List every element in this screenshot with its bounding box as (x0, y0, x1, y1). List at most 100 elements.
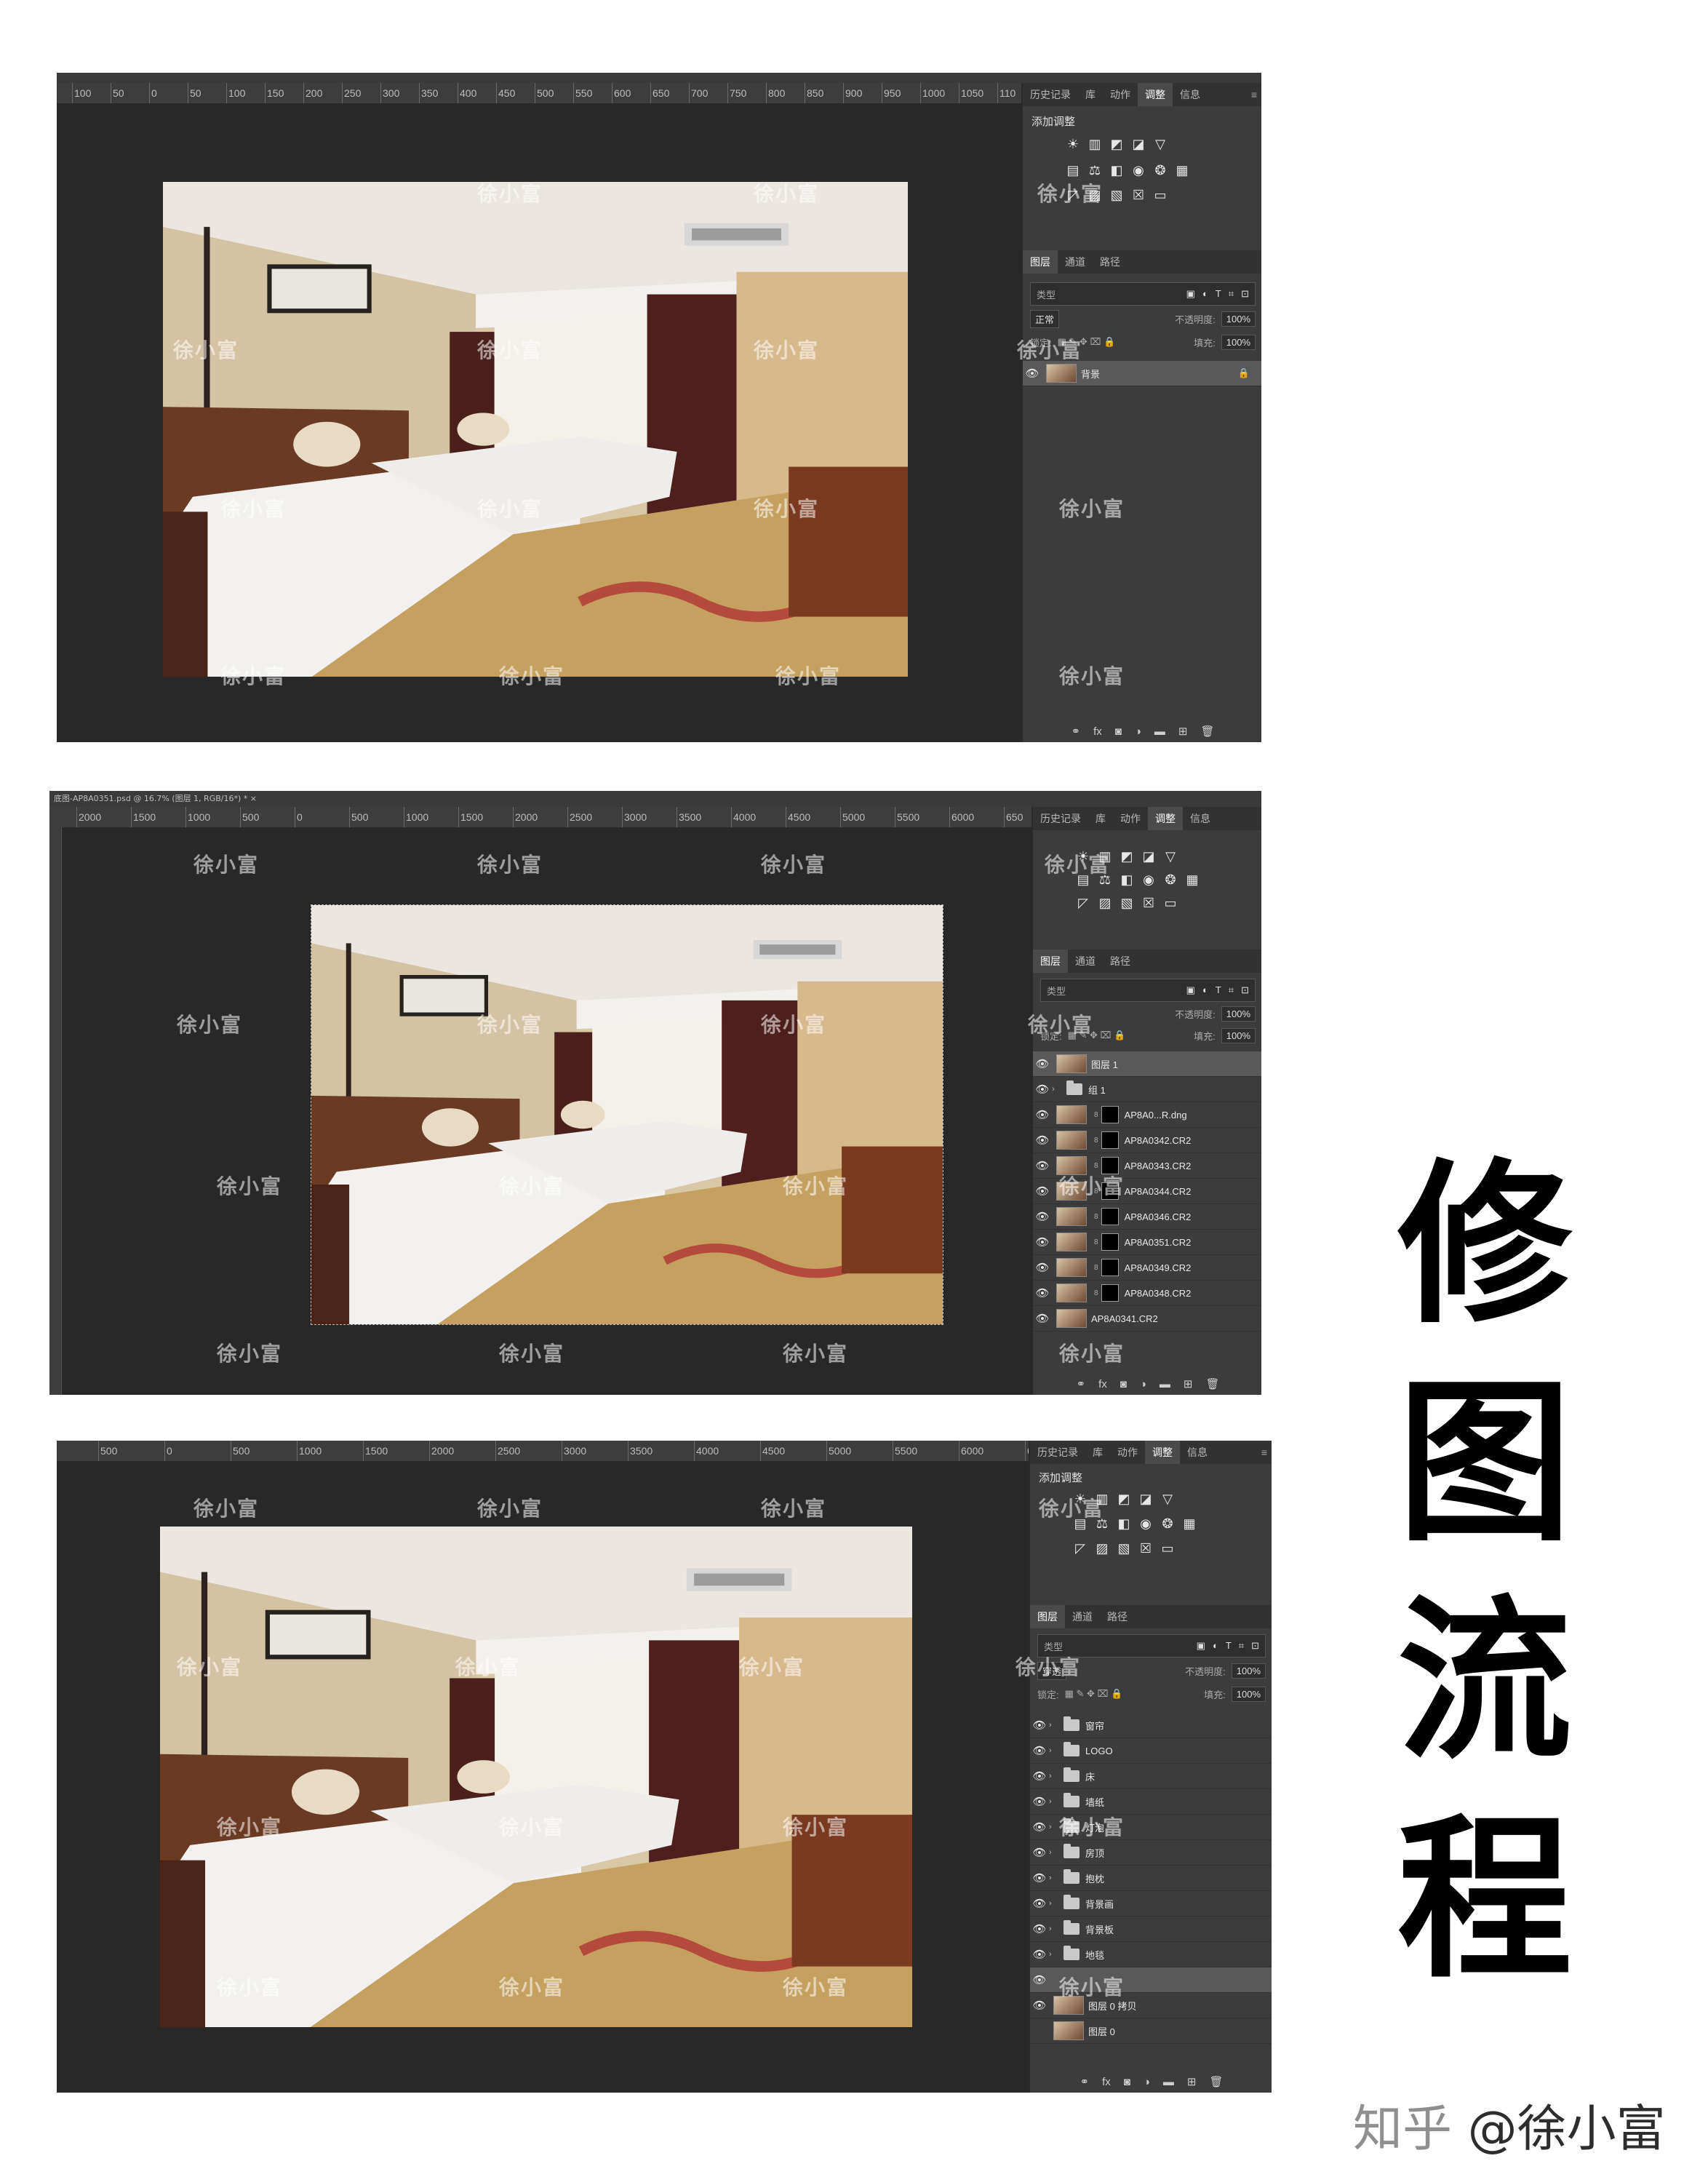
layer-row[interactable]: 👁 图层 0 (1030, 2018, 1272, 2044)
exposure-icon[interactable]: ◪ (1130, 137, 1146, 151)
smart-object-filter-icon[interactable]: ⊡ (1241, 984, 1249, 996)
type-filter-icon[interactable]: T (1226, 1640, 1232, 1652)
new-group-icon[interactable]: ▬ (1154, 725, 1165, 738)
visibility-eye-icon[interactable]: 👁 (1033, 1312, 1052, 1325)
mask-link-icon[interactable]: 8 (1094, 1213, 1098, 1221)
layer-mask-thumbnail[interactable] (1101, 1106, 1119, 1123)
black-white-icon[interactable]: ◧ (1109, 163, 1125, 178)
visibility-eye-icon[interactable]: 👁 (1030, 1871, 1049, 1885)
visibility-eye-icon[interactable]: 👁 (1033, 1185, 1052, 1198)
tab-layers[interactable]: 图层 (1023, 250, 1058, 274)
mask-link-icon[interactable]: 8 (1094, 1187, 1098, 1195)
tab-actions[interactable]: 动作 (1110, 1445, 1145, 1460)
visibility-eye-icon[interactable]: 👁 (1033, 1235, 1052, 1249)
curves-icon[interactable]: ◩ (1109, 137, 1125, 151)
layer-row[interactable]: 👁 (1030, 1967, 1272, 1993)
tab-paths[interactable]: 路径 (1103, 954, 1138, 968)
trash-icon[interactable]: 🗑 (1205, 1377, 1219, 1390)
layer-filter[interactable]: 类型 ▣ ◐ T ⌗ ⊡ (1037, 1634, 1266, 1657)
hue-saturation-icon[interactable]: ▤ (1065, 163, 1081, 178)
layer-row[interactable]: 👁 › 床 (1030, 1764, 1272, 1789)
hue-saturation-icon[interactable]: ▤ (1075, 872, 1091, 887)
threshold-icon[interactable]: ▧ (1116, 1541, 1132, 1556)
visibility-eye-icon[interactable]: 👁 (1033, 1261, 1052, 1274)
tab-info[interactable]: 信息 (1183, 811, 1218, 826)
tab-actions[interactable]: 动作 (1103, 87, 1138, 102)
opacity-input[interactable]: 100% (1231, 1663, 1266, 1679)
filter-kind[interactable]: 类型 (1041, 984, 1072, 998)
layer-mask-thumbnail[interactable] (1101, 1182, 1119, 1200)
filter-kind[interactable]: 类型 (1038, 1639, 1069, 1653)
document-tab[interactable]: 底图-AP8A0351.psd @ 16.7% (图层 1, RGB/16*) … (49, 791, 1261, 807)
visibility-eye-icon[interactable]: 👁 (1030, 1973, 1049, 1986)
expand-caret-icon[interactable]: › (1049, 1797, 1058, 1806)
visibility-eye-icon[interactable]: 👁 (1033, 1083, 1052, 1096)
color-balance-icon[interactable]: ⚖ (1094, 1516, 1110, 1531)
posterize-icon[interactable]: ▨ (1097, 896, 1113, 910)
brightness-icon[interactable]: ☀ (1065, 137, 1081, 151)
vibrance-icon[interactable]: ▽ (1152, 137, 1168, 151)
layer-row[interactable]: 👁 › 灯泡 (1030, 1815, 1272, 1840)
selective-color-icon[interactable]: ☒ (1130, 188, 1146, 202)
image-filter-icon[interactable]: ▣ (1186, 288, 1195, 300)
new-adjustment-icon[interactable]: ◑ (1140, 1378, 1146, 1390)
channel-mixer-icon[interactable]: ❂ (1152, 163, 1168, 178)
black-white-icon[interactable]: ◧ (1119, 872, 1135, 887)
color-balance-icon[interactable]: ⚖ (1097, 872, 1113, 887)
tab-info[interactable]: 信息 (1180, 1445, 1215, 1460)
layer-row[interactable]: 👁 › 墙纸 (1030, 1789, 1272, 1815)
posterize-icon[interactable]: ▨ (1094, 1541, 1110, 1556)
visibility-eye-icon[interactable]: 👁 (1030, 1744, 1049, 1757)
fx-icon[interactable]: fx (1098, 1378, 1107, 1390)
new-adjustment-icon[interactable]: ◑ (1144, 2076, 1150, 2088)
visibility-eye-icon[interactable]: 👁 (1030, 1795, 1049, 1808)
layer-row[interactable]: 👁 › 组 1 (1033, 1077, 1261, 1102)
layer-row[interactable]: 👁 8 AP8A0...R.dng (1033, 1102, 1261, 1128)
layer-row[interactable]: 👁 背景 🔒 (1023, 361, 1261, 386)
threshold-icon[interactable]: ▧ (1119, 896, 1135, 910)
tab-library[interactable]: 库 (1088, 811, 1113, 826)
shape-filter-icon[interactable]: ⌗ (1229, 984, 1234, 996)
selective-color-icon[interactable]: ☒ (1138, 1541, 1154, 1556)
visibility-eye-icon[interactable]: 👁 (1030, 1820, 1049, 1834)
tab-history[interactable]: 历史记录 (1033, 811, 1088, 826)
layer-mask-thumbnail[interactable] (1101, 1259, 1119, 1276)
expand-caret-icon[interactable]: › (1052, 1085, 1061, 1094)
adjustment-filter-icon[interactable]: ◐ (1202, 984, 1208, 996)
fill-input[interactable]: 100% (1221, 1027, 1256, 1043)
trash-icon[interactable]: 🗑 (1200, 725, 1214, 738)
mask-link-icon[interactable]: 8 (1094, 1264, 1098, 1272)
canvas-area[interactable] (62, 827, 1031, 1395)
layer-row[interactable]: 👁 › 抱枕 (1030, 1866, 1272, 1891)
color-lookup-icon[interactable]: ▦ (1174, 163, 1190, 178)
link-icon[interactable]: ⚭ (1080, 2075, 1090, 2088)
tab-info[interactable]: 信息 (1173, 87, 1208, 102)
fill-input[interactable]: 100% (1231, 1686, 1266, 1702)
type-filter-icon[interactable]: T (1216, 288, 1221, 300)
color-lookup-icon[interactable]: ▦ (1181, 1516, 1197, 1531)
threshold-icon[interactable]: ▧ (1109, 188, 1125, 202)
expand-caret-icon[interactable]: › (1049, 1925, 1058, 1933)
tab-library[interactable]: 库 (1085, 1445, 1110, 1460)
layer-row[interactable]: 👁 › 地毯 (1030, 1942, 1272, 1967)
filter-kind[interactable]: 类型 (1031, 287, 1061, 301)
layer-row[interactable]: 👁 8 AP8A0346.CR2 (1033, 1204, 1261, 1230)
smart-object-filter-icon[interactable]: ⊡ (1251, 1640, 1259, 1652)
visibility-eye-icon[interactable]: 👁 (1033, 1210, 1052, 1223)
layer-row[interactable]: 👁 8 AP8A0343.CR2 (1033, 1153, 1261, 1179)
new-layer-icon[interactable]: ⊞ (1187, 2075, 1197, 2088)
channel-mixer-icon[interactable]: ❂ (1162, 872, 1178, 887)
visibility-eye-icon[interactable]: 👁 (1030, 1999, 1049, 2012)
mask-link-icon[interactable]: 8 (1094, 1238, 1098, 1246)
layer-mask-thumbnail[interactable] (1101, 1233, 1119, 1251)
visibility-eye-icon[interactable]: 👁 (1033, 1134, 1052, 1147)
visibility-eye-icon[interactable]: 👁 (1030, 1770, 1049, 1783)
tab-adjustments[interactable]: 调整 (1145, 1441, 1180, 1464)
mask-link-icon[interactable]: 8 (1094, 1289, 1098, 1297)
opacity-input[interactable]: 100% (1221, 1006, 1256, 1022)
mask-link-icon[interactable]: 8 (1094, 1162, 1098, 1170)
brightness-icon[interactable]: ☀ (1072, 1492, 1088, 1506)
panel-menu-icon[interactable]: ≡ (1251, 89, 1261, 100)
black-white-icon[interactable]: ◧ (1116, 1516, 1132, 1531)
layer-row[interactable]: 👁 图层 1 (1033, 1051, 1261, 1077)
